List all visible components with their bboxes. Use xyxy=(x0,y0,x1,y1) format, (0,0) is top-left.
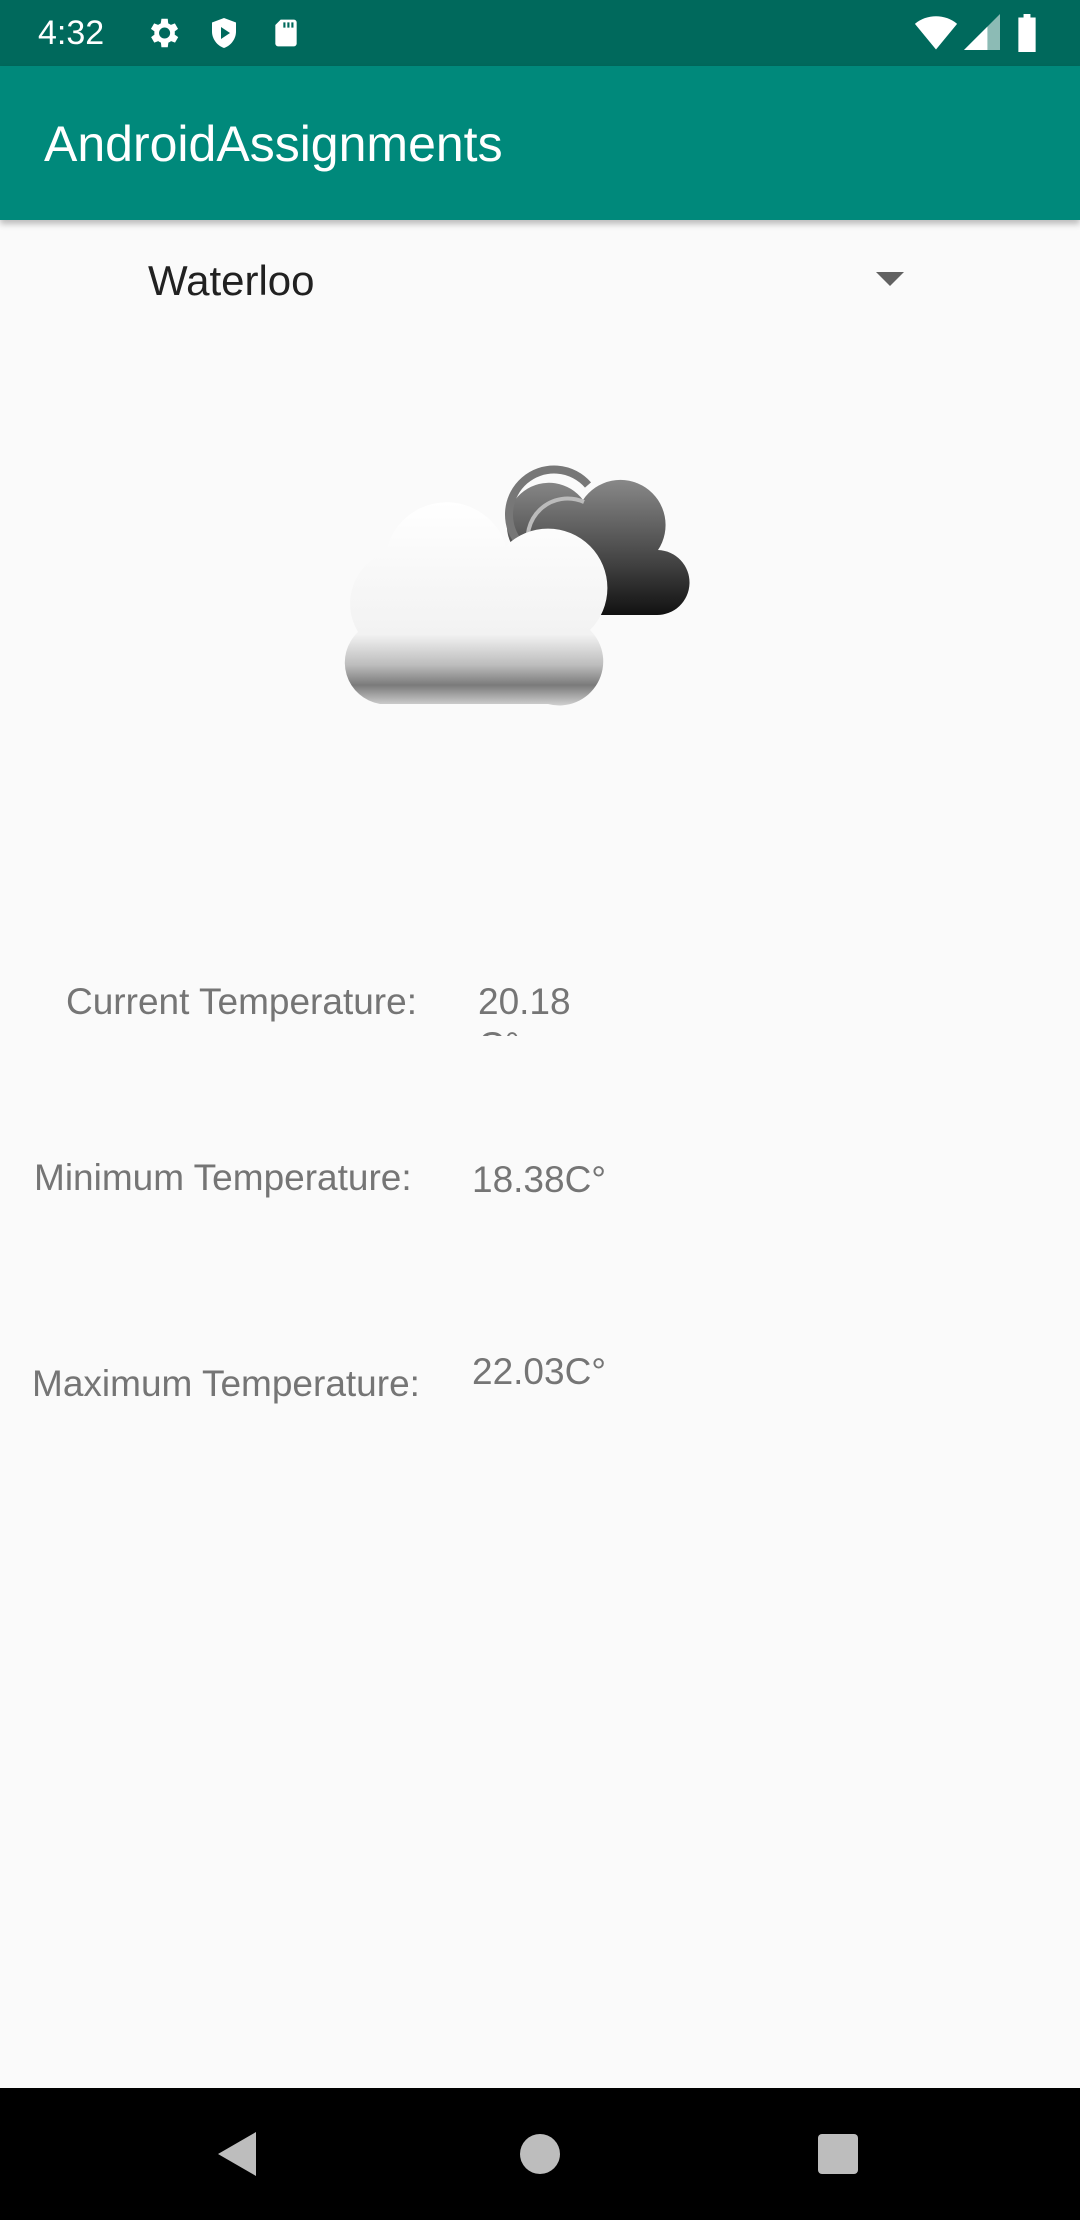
current-temperature-label: Current Temperature: xyxy=(66,981,417,1022)
wifi-icon xyxy=(914,16,958,50)
city-spinner-value: Waterloo xyxy=(148,257,315,304)
sd-card-icon xyxy=(275,19,297,47)
app-bar: AndroidAssignments xyxy=(0,66,1080,220)
cellular-signal-icon xyxy=(964,14,1000,50)
battery-icon xyxy=(1018,14,1036,52)
app-title: AndroidAssignments xyxy=(44,116,503,172)
maximum-temperature-value: 22.03C° xyxy=(472,1351,607,1392)
shield-play-icon xyxy=(212,18,236,48)
recents-icon[interactable] xyxy=(818,2134,858,2174)
current-temperature-value: 20.18 C° xyxy=(478,981,571,1036)
dropdown-arrow-icon xyxy=(876,272,904,286)
home-icon[interactable] xyxy=(520,2134,560,2174)
status-time: 4:32 xyxy=(38,14,105,52)
back-icon[interactable] xyxy=(218,2132,256,2176)
minimum-temperature-label: Minimum Temperature: xyxy=(34,1157,412,1198)
city-spinner[interactable]: Waterloo xyxy=(124,236,924,322)
status-bar: 4:32 xyxy=(0,0,1080,66)
gear-icon xyxy=(150,18,179,48)
partly-cloudy-icon xyxy=(344,465,690,706)
maximum-temperature-label: Maximum Temperature: xyxy=(32,1363,420,1404)
navigation-bar xyxy=(0,2088,1080,2220)
minimum-temperature-value: 18.38C° xyxy=(472,1159,607,1200)
current-temperature-value-box: 20.18 C° xyxy=(478,980,598,1036)
